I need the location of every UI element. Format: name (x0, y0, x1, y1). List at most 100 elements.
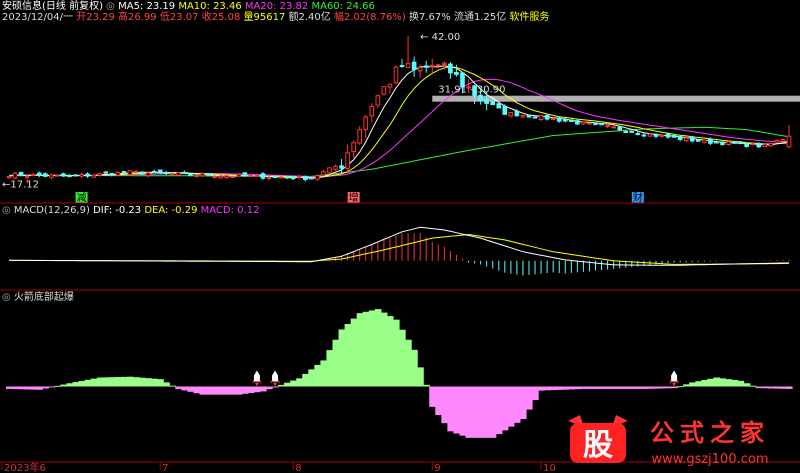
candle (369, 103, 375, 123)
candle-body (97, 173, 103, 176)
candle-body (351, 142, 356, 153)
candle-body (218, 175, 223, 179)
indicator-bar (471, 386, 479, 438)
indicator-bar (308, 369, 315, 387)
candle-body (411, 61, 417, 71)
indicator-bar (622, 386, 630, 389)
candle (768, 142, 774, 148)
indicator-bar (211, 386, 219, 395)
indicator-bar (665, 386, 672, 389)
macd-header: ◎ MACD(12,26,9) DIF: -0.23 DEA: -0.29 MA… (2, 205, 260, 216)
candle-body (302, 175, 308, 181)
indicator-bar (652, 386, 660, 389)
candle-body (369, 105, 375, 117)
indicator-bar (755, 386, 763, 389)
indicator-bar (296, 378, 303, 387)
ma10-legend: MA10: 23.46 (178, 1, 242, 12)
candle-body (569, 119, 574, 122)
indicator-bar (302, 373, 309, 387)
indicator-bar (634, 386, 642, 389)
indicator-bar (392, 319, 400, 387)
candle (375, 94, 381, 109)
watermark: 股 公式之家 www.gszj100.com (562, 411, 794, 469)
candle-body (581, 121, 586, 125)
indicator-bar (272, 386, 279, 388)
indicator-bar (604, 386, 612, 389)
candle (387, 83, 393, 94)
candle-body (61, 173, 66, 177)
indicator-bar (495, 386, 503, 435)
candle-body (224, 175, 229, 179)
candle-body (278, 176, 284, 179)
candle (702, 139, 707, 144)
x-tick-label: 9 (434, 463, 440, 473)
candle (339, 159, 344, 174)
candle (327, 167, 332, 175)
candle (224, 175, 229, 179)
indicator-bar (574, 386, 581, 390)
settings-icon[interactable]: ◎ (2, 205, 11, 216)
candle (169, 173, 175, 176)
event-marker-finance: 财 (633, 191, 643, 204)
indicator-bar (785, 386, 793, 389)
candle-body (526, 114, 532, 118)
candle-body (520, 114, 526, 118)
candle-body (514, 110, 520, 117)
candle (496, 103, 502, 109)
candle-body (393, 66, 399, 84)
rocket-body (272, 370, 279, 382)
candle (333, 164, 338, 171)
indicator-bar (247, 386, 255, 394)
ma5-line (8, 65, 790, 179)
open-value: 23.29 (86, 12, 115, 23)
candle (30, 172, 36, 177)
candle-body (163, 171, 169, 174)
candle-body (786, 135, 792, 148)
candle-body (73, 174, 78, 177)
x-tick-label: 7 (162, 463, 168, 473)
candle (520, 114, 526, 118)
candle-body (6, 175, 12, 179)
indicator-bar (145, 378, 152, 387)
candle (575, 119, 580, 125)
indicator-bar (671, 386, 678, 389)
candle (61, 172, 66, 177)
macd-title: MACD(12,26,9) (13, 205, 90, 216)
indicator-bar (18, 386, 25, 390)
settings-icon[interactable]: ◎ (2, 292, 11, 303)
indicator-bar (66, 383, 74, 387)
candle-body (532, 116, 538, 119)
stock-name: 安硕信息 (2, 1, 42, 12)
indicator-bar (761, 386, 769, 389)
candle-body (188, 173, 193, 176)
stock-chart[interactable]: ← 42.00 ←17.12 31.91 - 30.90 减 增 财 2023年6 7 8 9 1… (0, 0, 800, 473)
candle-body (768, 142, 774, 147)
settings-icon[interactable]: ◎ (106, 1, 115, 12)
indicator-bar (386, 316, 394, 387)
candle-body (623, 131, 629, 134)
candle (720, 141, 725, 146)
indicator-bar (519, 386, 527, 420)
indicator-bar (695, 381, 702, 387)
indicator-bar (677, 386, 684, 388)
indicator-bar (199, 386, 207, 395)
low-value: 23.07 (169, 12, 199, 23)
candle (115, 171, 121, 177)
indicator-bar (60, 384, 68, 387)
amount-value: 2.40亿 (298, 12, 331, 23)
indicator-bar (362, 311, 370, 387)
candle-body (109, 172, 115, 176)
candle-body (127, 170, 133, 175)
candle-body (387, 83, 393, 88)
candle (127, 170, 133, 176)
indicator-bar (175, 386, 182, 389)
candle-body (18, 172, 24, 177)
candle-body (272, 176, 278, 179)
candle-body (665, 133, 671, 138)
candle-body (49, 174, 54, 178)
indicator-bar (36, 386, 43, 390)
candle-body (266, 177, 272, 180)
candle-body (538, 114, 544, 121)
rocket-body (253, 370, 260, 382)
candle-body (502, 105, 508, 115)
